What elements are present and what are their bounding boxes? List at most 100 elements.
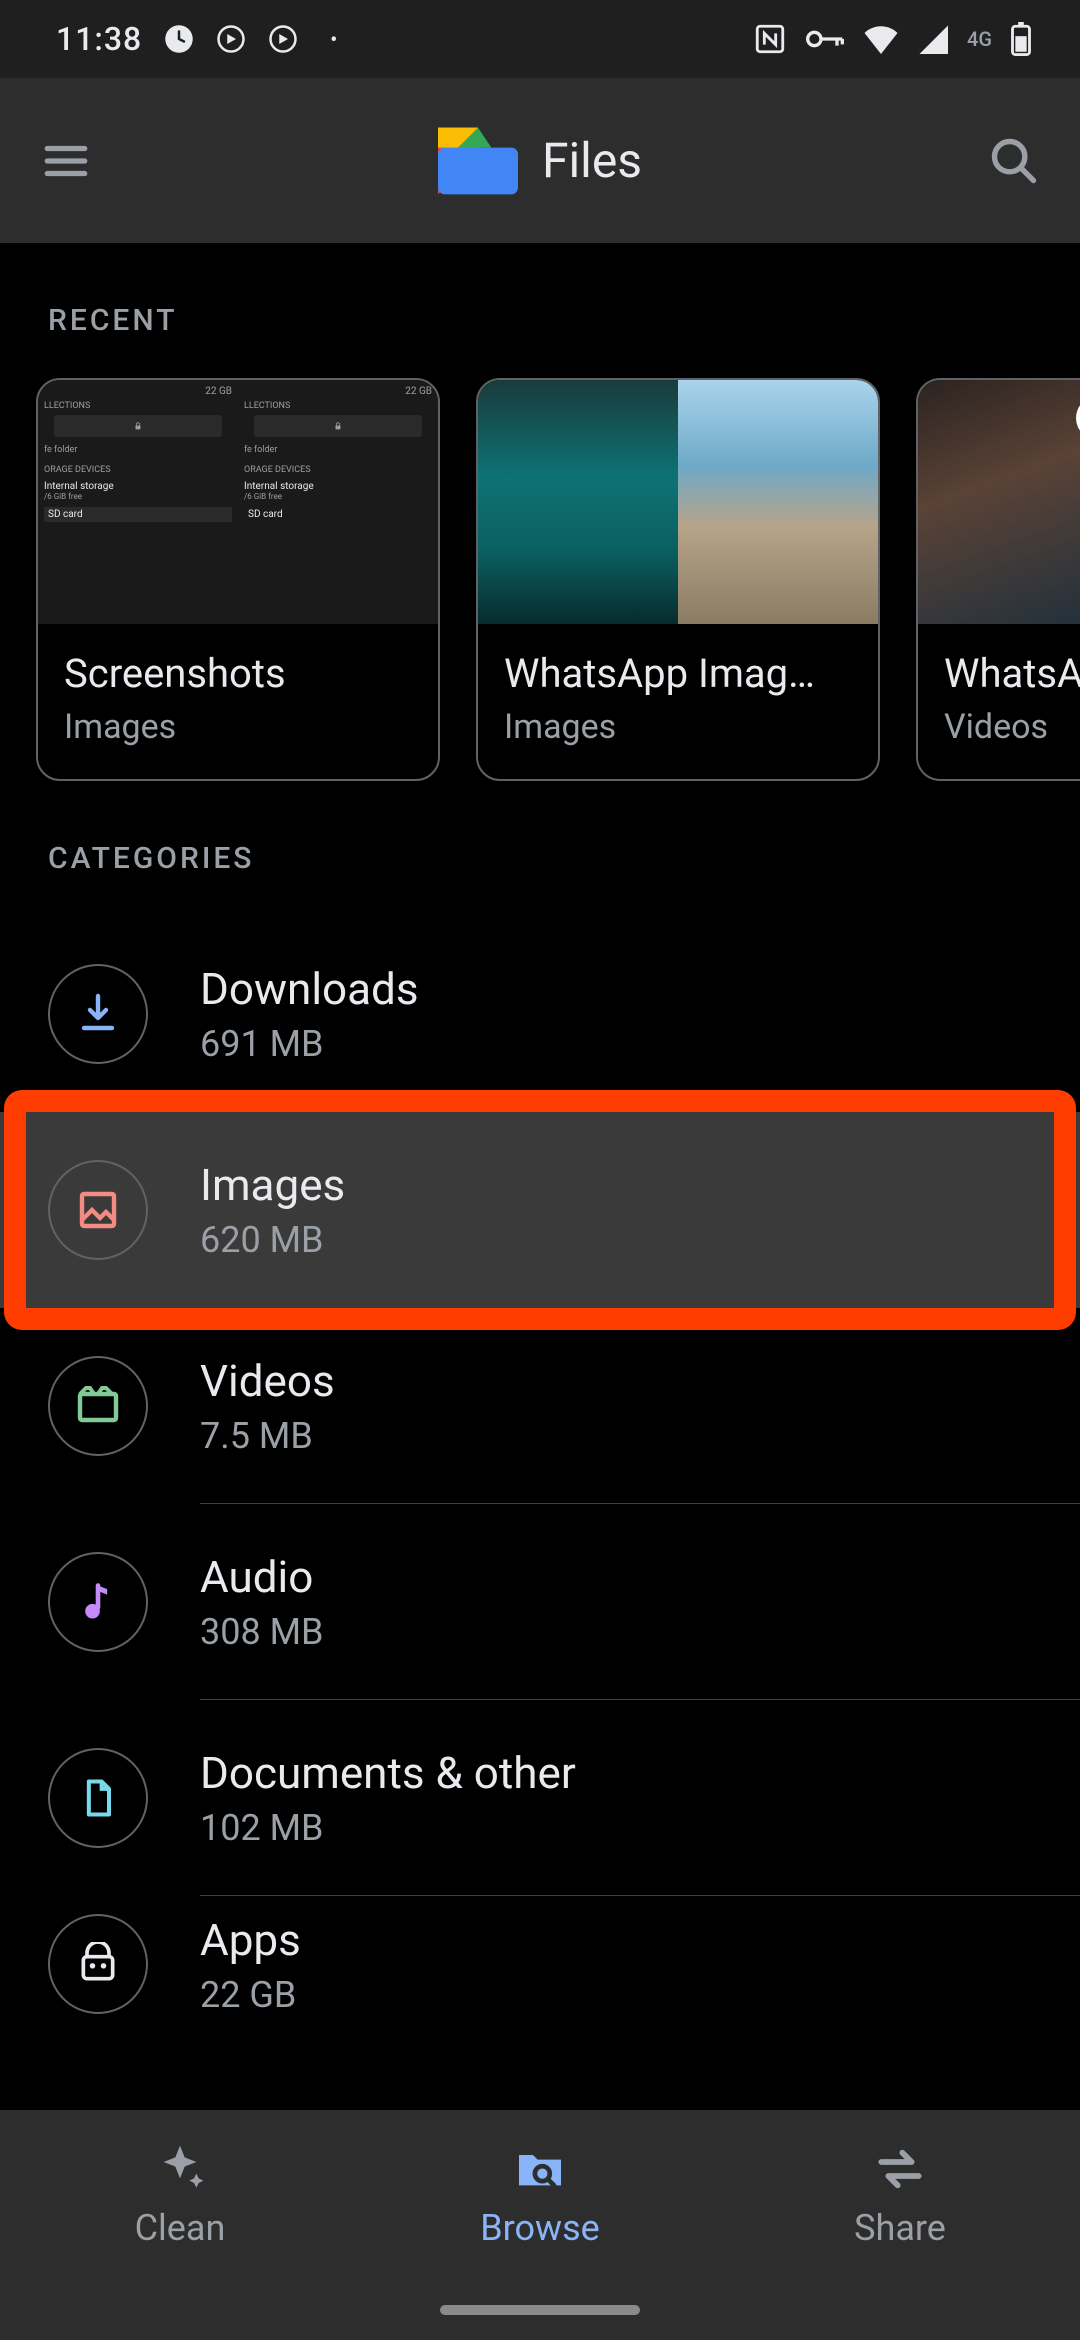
audio-icon — [48, 1552, 148, 1652]
mini-header: 22 GB — [44, 386, 232, 397]
recent-card-whatsapp-images[interactable]: WhatsApp Imag… Images — [476, 378, 880, 781]
home-indicator[interactable] — [440, 2305, 640, 2315]
category-text: Apps 22 GB — [200, 1914, 1032, 2016]
recent-caption: WhatsApp Imag… Images — [478, 624, 878, 779]
mini-preview-2: 22 GB LLECTIONS fe folder ORAGE DEVICES … — [238, 380, 438, 624]
category-videos[interactable]: Videos 7.5 MB — [0, 1308, 1080, 1504]
category-size: 691 MB — [200, 1023, 1032, 1065]
recent-subtitle: Images — [504, 707, 852, 747]
app-title-wrap: Files — [102, 126, 978, 196]
mini-sd: SD card — [244, 507, 432, 522]
recent-thumb — [478, 380, 878, 624]
recent-subtitle: Images — [64, 707, 412, 747]
category-text: Videos 7.5 MB — [200, 1355, 1032, 1457]
recent-thumb: 22 GB LLECTIONS fe folder ORAGE DEVICES … — [38, 380, 438, 624]
category-title: Apps — [200, 1914, 1032, 1966]
clock-app-icon — [164, 24, 194, 54]
recent-thumb — [918, 380, 1080, 624]
hamburger-icon — [41, 136, 91, 186]
mini-header: 22 GB — [244, 386, 432, 397]
nav-share[interactable]: Share — [720, 2110, 1080, 2280]
bottom-nav: Clean Browse Share — [0, 2110, 1080, 2280]
category-text: Images 620 MB — [200, 1159, 1032, 1261]
category-title: Images — [200, 1159, 1032, 1211]
category-text: Downloads 691 MB — [200, 963, 1032, 1065]
category-title: Downloads — [200, 963, 1032, 1015]
nav-label: Clean — [135, 2207, 226, 2249]
category-size: 22 GB — [200, 1974, 1032, 2016]
category-size: 102 MB — [200, 1807, 1032, 1849]
recent-row[interactable]: 22 GB LLECTIONS fe folder ORAGE DEVICES … — [0, 378, 1080, 781]
mini-folder: fe folder — [244, 445, 432, 455]
mini-section2: ORAGE DEVICES — [44, 465, 232, 475]
mini-preview: 22 GB LLECTIONS fe folder ORAGE DEVICES … — [38, 380, 238, 624]
nfc-icon — [753, 22, 787, 56]
recent-section-label: RECENT — [0, 243, 1080, 378]
category-text: Audio 308 MB — [200, 1551, 1032, 1653]
category-size: 620 MB — [200, 1219, 1032, 1261]
recent-card-whatsapp-videos[interactable]: WhatsAp Videos — [916, 378, 1080, 781]
folder-search-icon — [512, 2141, 568, 2197]
status-left: 11:38 • — [56, 20, 337, 58]
files-logo-icon — [438, 126, 518, 196]
notification-circle-arrow-icon — [216, 24, 246, 54]
image-icon — [48, 1160, 148, 1260]
category-size: 308 MB — [200, 1611, 1032, 1653]
mini-storage-sub: /6 GiB free — [244, 492, 432, 501]
notification-dot-icon: • — [320, 27, 337, 51]
vpn-key-icon — [805, 25, 845, 53]
nav-clean[interactable]: Clean — [0, 2110, 360, 2280]
categories-list: Downloads 691 MB Images 620 MB Videos 7.… — [0, 916, 1080, 2256]
video-icon — [48, 1356, 148, 1456]
recent-title: Screenshots — [64, 650, 412, 697]
search-button[interactable] — [978, 125, 1050, 197]
nav-browse[interactable]: Browse — [360, 2110, 720, 2280]
app-bar: Files — [0, 78, 1080, 243]
category-apps[interactable]: Apps 22 GB — [0, 1896, 1080, 2016]
status-time: 11:38 — [56, 20, 142, 58]
mini-storage: Internal storage — [44, 481, 232, 492]
photo-placeholder — [478, 380, 678, 624]
recent-subtitle: Videos — [944, 707, 1080, 747]
gesture-bar[interactable] — [0, 2280, 1080, 2340]
mini-folder: fe folder — [44, 445, 232, 455]
recent-caption: Screenshots Images — [38, 624, 438, 779]
recent-title: WhatsApp Imag… — [504, 650, 852, 697]
category-title: Audio — [200, 1551, 1032, 1603]
lock-icon — [254, 415, 422, 437]
category-text: Documents & other 102 MB — [200, 1747, 1032, 1849]
category-documents[interactable]: Documents & other 102 MB — [0, 1700, 1080, 1896]
menu-button[interactable] — [30, 125, 102, 197]
mini-section: LLECTIONS — [44, 401, 232, 411]
category-size: 7.5 MB — [200, 1415, 1032, 1457]
download-icon — [48, 964, 148, 1064]
lock-icon — [54, 415, 222, 437]
category-title: Documents & other — [200, 1747, 1032, 1799]
mini-storage-sub: /6 GiB free — [44, 492, 232, 501]
apps-icon — [48, 1914, 148, 2014]
category-audio[interactable]: Audio 308 MB — [0, 1504, 1080, 1700]
photo-placeholder — [678, 380, 878, 624]
search-icon — [988, 135, 1040, 187]
recent-card-screenshots[interactable]: 22 GB LLECTIONS fe folder ORAGE DEVICES … — [36, 378, 440, 781]
category-title: Videos — [200, 1355, 1032, 1407]
categories-section-label: CATEGORIES — [0, 781, 1080, 916]
swap-arrows-icon — [872, 2141, 928, 2197]
mini-sd: SD card — [44, 507, 232, 522]
document-icon — [48, 1748, 148, 1848]
mini-storage: Internal storage — [244, 481, 432, 492]
mini-section2: ORAGE DEVICES — [244, 465, 432, 475]
status-right: 4G — [753, 22, 1032, 56]
signal-icon — [917, 24, 949, 54]
category-downloads[interactable]: Downloads 691 MB — [0, 916, 1080, 1112]
status-bar: 11:38 • 4G — [0, 0, 1080, 78]
notification-circle-arrow-icon-2 — [268, 24, 298, 54]
network-type-label: 4G — [967, 27, 992, 51]
mini-section: LLECTIONS — [244, 401, 432, 411]
nav-label: Share — [854, 2207, 946, 2249]
category-images[interactable]: Images 620 MB — [0, 1112, 1080, 1308]
sparkle-icon — [152, 2141, 208, 2197]
wifi-icon — [863, 24, 899, 54]
nav-label: Browse — [480, 2207, 600, 2249]
play-icon — [1076, 396, 1080, 440]
